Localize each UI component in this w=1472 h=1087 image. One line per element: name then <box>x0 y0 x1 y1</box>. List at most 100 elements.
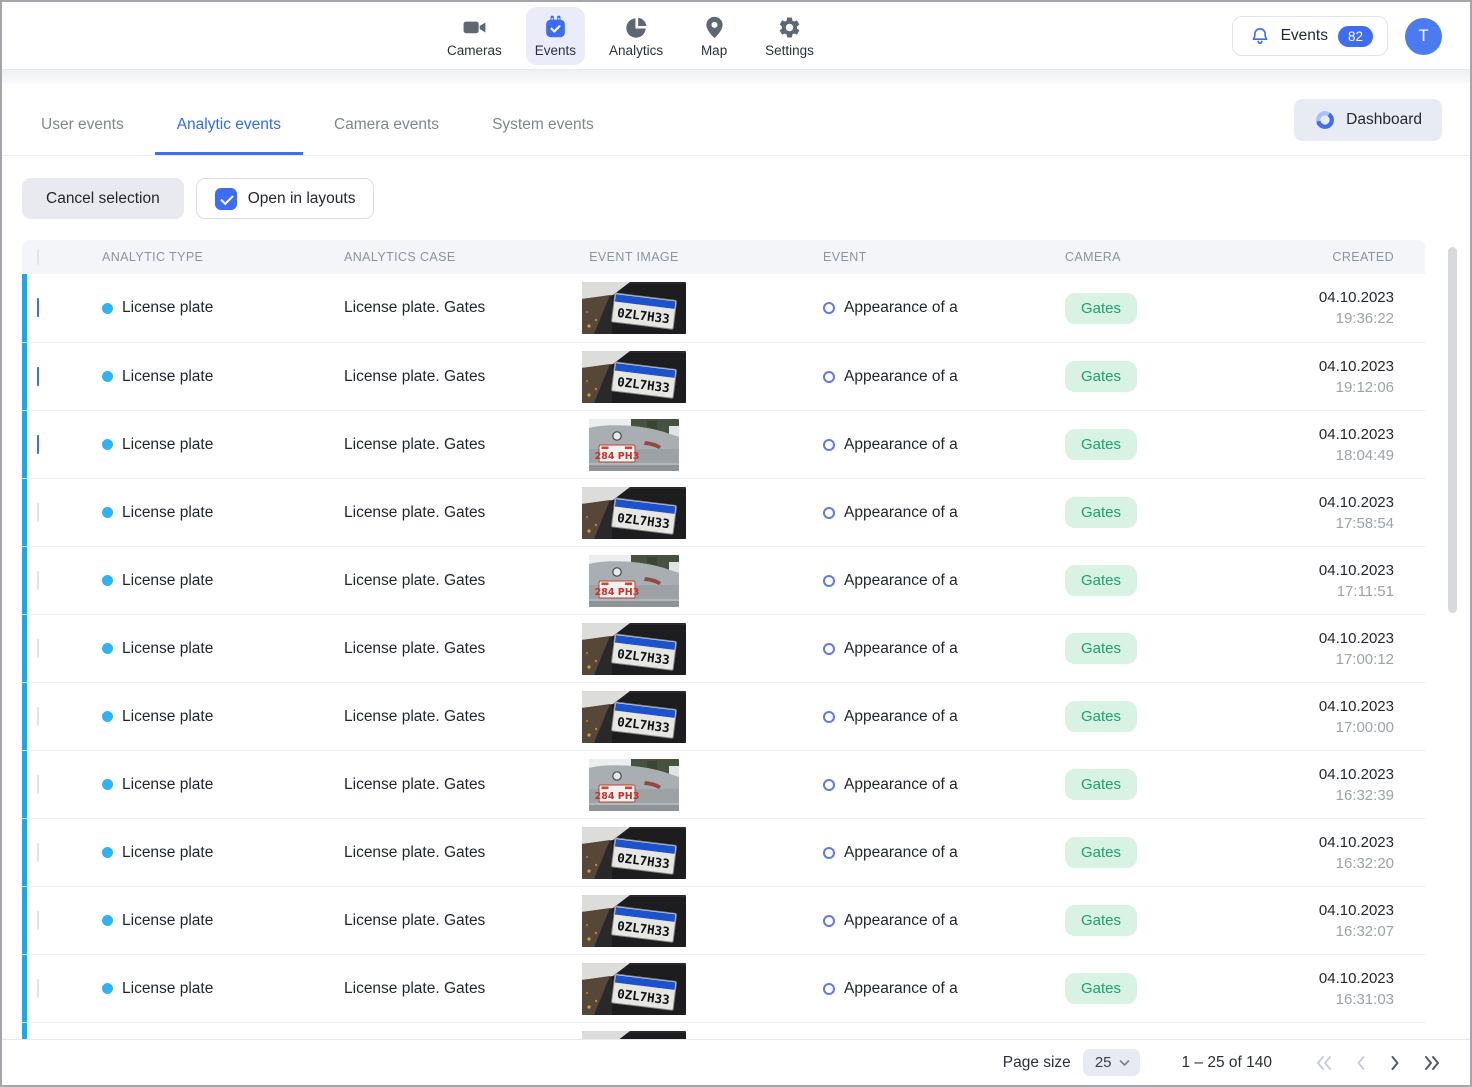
event-image-thumb[interactable]: 0ZL7H33 <box>582 691 686 743</box>
next-page-button[interactable] <box>1388 1054 1402 1072</box>
event-image-thumb[interactable]: 0ZL7H33 <box>582 827 686 879</box>
events-notifications-button[interactable]: Events 82 <box>1232 16 1388 56</box>
tab-user-events[interactable]: User events <box>19 96 146 155</box>
row-checkbox[interactable] <box>37 639 39 658</box>
camera-badge[interactable]: Gates <box>1065 769 1137 800</box>
table-row[interactable]: License plate License plate. Gates 0ZL7H… <box>22 682 1425 750</box>
event-image-thumb[interactable]: 0ZL7H33 <box>582 487 686 539</box>
table-row[interactable]: License plate License plate. Gates 0ZL7H… <box>22 614 1425 682</box>
event-cell: Appearance of a unre... <box>719 844 959 862</box>
camera-cell: Gates <box>959 565 1179 596</box>
camera-badge[interactable]: Gates <box>1065 701 1137 732</box>
analytic-type-cell: License plate <box>86 776 344 794</box>
last-page-button[interactable] <box>1422 1054 1442 1072</box>
table-row[interactable]: License plate License plate. Gates 0ZL7H… <box>22 1022 1425 1039</box>
license-plate-thumbnail-dark: 0ZL7H33 <box>582 1031 686 1040</box>
tab-camera-events[interactable]: Camera events <box>312 96 461 155</box>
created-time: 16:32:20 <box>1179 853 1394 874</box>
created-time: 17:00:00 <box>1179 717 1394 738</box>
nav-item-settings[interactable]: Settings <box>756 7 823 65</box>
event-label: Appearance of a unre... <box>844 436 959 454</box>
row-checkbox[interactable] <box>37 367 39 386</box>
row-checkbox[interactable] <box>37 775 39 794</box>
event-status-ring-icon <box>823 439 835 451</box>
header-event[interactable]: EVENT <box>719 250 959 264</box>
camera-badge[interactable]: Gates <box>1065 973 1137 1004</box>
previous-page-button[interactable] <box>1354 1054 1368 1072</box>
row-checkbox[interactable] <box>37 707 39 726</box>
event-image-thumb[interactable]: 284 PH3 <box>589 759 679 811</box>
first-page-button[interactable] <box>1314 1054 1334 1072</box>
table-row[interactable]: License plate License plate. Gates 0ZL7H… <box>22 342 1425 410</box>
camera-badge[interactable]: Gates <box>1065 565 1137 596</box>
camera-badge[interactable]: Gates <box>1065 633 1137 664</box>
camera-badge[interactable]: Gates <box>1065 293 1137 324</box>
event-status-ring-icon <box>823 371 835 383</box>
open-in-layouts-checkbox[interactable] <box>215 188 237 210</box>
event-image-thumb[interactable]: 284 PH3 <box>589 555 679 607</box>
nav-item-map[interactable]: Map <box>687 7 741 65</box>
camera-badge[interactable]: Gates <box>1065 429 1137 460</box>
license-plate-thumbnail-bmw: 284 PH3 <box>589 555 679 607</box>
event-image-thumb[interactable]: 0ZL7H33 <box>582 1031 686 1040</box>
table-row[interactable]: License plate License plate. Gates 0ZL7H… <box>22 954 1425 1022</box>
dashboard-button[interactable]: Dashboard <box>1294 99 1442 141</box>
row-checkbox[interactable] <box>37 298 39 317</box>
row-checkbox[interactable] <box>37 503 39 522</box>
table-row[interactable]: License plate License plate. Gates 284 P… <box>22 410 1425 478</box>
header-analytic-type[interactable]: ANALYTIC TYPE <box>86 250 344 264</box>
camera-cell: Gates <box>959 429 1179 460</box>
tabs-bar: User events Analytic events Camera event… <box>2 84 1470 156</box>
row-checkbox-cell <box>22 299 86 317</box>
nav-item-events[interactable]: Events <box>526 7 585 65</box>
row-checkbox[interactable] <box>37 911 39 930</box>
created-cell: 04.10.2023 16:31:03 <box>1179 968 1425 1010</box>
table-row[interactable]: License plate License plate. Gates 284 P… <box>22 546 1425 614</box>
table-row[interactable]: License plate License plate. Gates 284 P… <box>22 750 1425 818</box>
row-checkbox[interactable] <box>37 979 39 998</box>
app-window: Cameras Events Analytics <box>0 0 1472 1087</box>
camera-badge[interactable]: Gates <box>1065 837 1137 868</box>
created-time: 17:58:54 <box>1179 513 1394 534</box>
header-created[interactable]: CREATED <box>1179 250 1425 264</box>
row-accent-bar <box>22 751 27 818</box>
event-image-thumb[interactable]: 0ZL7H33 <box>582 351 686 403</box>
events-table: ANALYTIC TYPE ANALYTICS CASE EVENT IMAGE… <box>22 240 1425 1039</box>
nav-item-analytics[interactable]: Analytics <box>600 7 672 65</box>
table-row[interactable]: License plate License plate. Gates 0ZL7H… <box>22 818 1425 886</box>
event-image-cell: 0ZL7H33 <box>549 963 719 1015</box>
header-camera[interactable]: CAMERA <box>959 250 1179 264</box>
event-image-thumb[interactable]: 0ZL7H33 <box>582 282 686 334</box>
table-row[interactable]: License plate License plate. Gates 0ZL7H… <box>22 478 1425 546</box>
row-checkbox[interactable] <box>37 571 39 590</box>
page-size-select[interactable]: 25 <box>1083 1049 1140 1076</box>
event-image-thumb[interactable]: 0ZL7H33 <box>582 623 686 675</box>
event-image-thumb[interactable]: 0ZL7H33 <box>582 895 686 947</box>
event-image-thumb[interactable]: 284 PH3 <box>589 419 679 471</box>
tab-system-events[interactable]: System events <box>470 96 616 155</box>
user-avatar[interactable]: T <box>1405 18 1442 55</box>
row-checkbox[interactable] <box>37 435 39 454</box>
header-analytics-case[interactable]: ANALYTICS CASE <box>344 250 549 264</box>
tab-analytic-events[interactable]: Analytic events <box>155 96 303 155</box>
select-all-checkbox[interactable] <box>37 249 39 265</box>
row-checkbox[interactable] <box>37 843 39 862</box>
created-time: 16:31:03 <box>1179 989 1394 1010</box>
camera-badge[interactable]: Gates <box>1065 497 1137 528</box>
created-cell: 04.10.2023 16:32:39 <box>1179 764 1425 806</box>
bell-icon <box>1249 25 1271 47</box>
vertical-scrollbar-thumb[interactable] <box>1448 247 1457 613</box>
table-row[interactable]: License plate License plate. Gates 0ZL7H… <box>22 274 1425 342</box>
event-image-thumb[interactable]: 0ZL7H33 <box>582 963 686 1015</box>
pagination-range: 1 – 25 of 140 <box>1182 1054 1273 1072</box>
cancel-selection-button[interactable]: Cancel selection <box>22 178 184 219</box>
nav-item-cameras[interactable]: Cameras <box>438 7 511 65</box>
open-in-layouts-button[interactable]: Open in layouts <box>196 178 375 219</box>
license-plate-thumbnail-dark: 0ZL7H33 <box>582 963 686 1015</box>
header-event-image[interactable]: EVENT IMAGE <box>549 250 719 264</box>
camera-badge[interactable]: Gates <box>1065 905 1137 936</box>
table-row[interactable]: License plate License plate. Gates 0ZL7H… <box>22 886 1425 954</box>
created-cell: 04.10.2023 17:00:12 <box>1179 628 1425 670</box>
double-chevron-right-icon <box>1422 1054 1442 1072</box>
camera-badge[interactable]: Gates <box>1065 361 1137 392</box>
